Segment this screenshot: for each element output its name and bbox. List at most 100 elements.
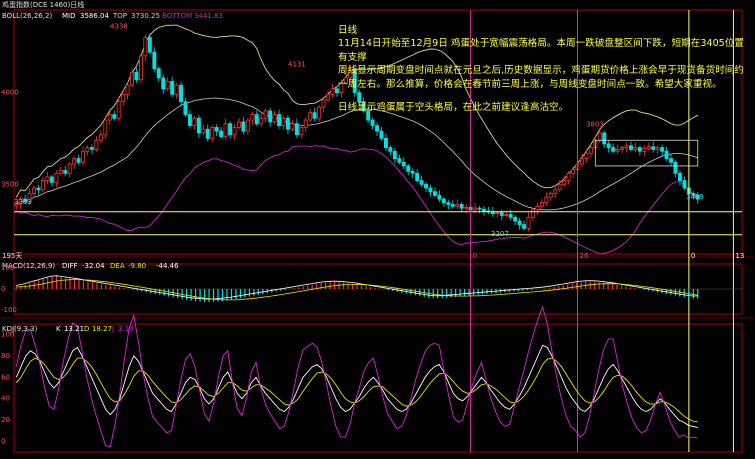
candle-body: [629, 145, 633, 150]
candle-body: [183, 101, 188, 115]
candle-body: [277, 114, 281, 126]
annotation-line: 周线显示周期变盘时间点就在元旦之后,历史数据显示，鸡蛋期货价格上涨会早于现货备货…: [338, 65, 744, 90]
candle-body: [294, 123, 299, 136]
candle-body: [379, 130, 384, 139]
candle-body: [522, 224, 526, 229]
candle-body: [54, 172, 59, 183]
candle-body: [388, 147, 393, 152]
candle-body: [481, 208, 486, 212]
candle-body: [606, 143, 611, 148]
candle-body: [143, 37, 148, 57]
candle-body: [664, 150, 669, 160]
candle-body: [290, 123, 295, 130]
candle-body: [419, 180, 424, 185]
candle-body: [544, 196, 549, 204]
candle-body: [535, 205, 540, 211]
candle-body: [437, 194, 442, 200]
candle-body: [602, 132, 607, 145]
candle-body: [646, 146, 651, 149]
candle-body: [281, 117, 286, 126]
candle-body: [308, 112, 313, 121]
candle-body: [112, 114, 117, 119]
candle-body: [317, 106, 322, 119]
candle-body: [326, 94, 330, 101]
candle-body: [637, 147, 642, 152]
candle-body: [90, 147, 94, 150]
macd-dea-label: DEA: [110, 262, 125, 270]
candle-body: [571, 169, 575, 174]
y-tick-label: 100: [1, 264, 14, 272]
y-tick-label: 80: [1, 352, 10, 360]
candle-body: [410, 170, 415, 174]
candle-body: [303, 119, 308, 128]
candle-body: [205, 128, 210, 139]
candle-body: [254, 114, 259, 125]
boll-bottom-value: 3441.83: [194, 12, 223, 20]
candle-body: [499, 212, 504, 216]
candle-body: [72, 158, 77, 165]
candle-body: [245, 119, 250, 132]
candle-body: [406, 165, 411, 172]
candle-body: [432, 191, 437, 196]
candle-body: [455, 204, 460, 207]
candle-body: [562, 180, 567, 185]
candle-body: [116, 101, 121, 119]
candle-body: [424, 183, 428, 189]
candle-body: [446, 202, 451, 205]
candle-body: [651, 146, 656, 150]
candle-body: [459, 204, 464, 209]
candle-body: [214, 127, 219, 132]
candle-body: [201, 128, 206, 134]
candle-body: [588, 147, 593, 154]
candle-body: [138, 55, 143, 81]
candle-body: [584, 152, 589, 160]
boll-top-value: 3730.25: [131, 12, 160, 20]
candle-body: [219, 130, 224, 138]
macd-diff-label: DIFF: [62, 262, 78, 270]
macd-dea-line: [16, 279, 698, 301]
boll-label: BOLL(26,26,2): [2, 12, 52, 20]
price-annotation: 3383: [14, 198, 32, 206]
boll-top-label: TOP: [112, 12, 127, 20]
candle-body: [130, 72, 134, 86]
kdj-j-value: 3.10: [118, 325, 134, 333]
candle-body: [539, 202, 544, 207]
candle-body: [557, 183, 562, 191]
candle-body: [477, 207, 482, 210]
candle-body: [67, 163, 72, 174]
candle-body: [192, 117, 197, 126]
kdj-d-value: 18.27: [92, 325, 112, 333]
boll-bottom-label: BOTTOM: [162, 12, 192, 20]
candle-body: [147, 37, 152, 53]
candle-body: [161, 77, 166, 90]
time-marker-label: 0: [691, 252, 695, 260]
candle-body: [473, 207, 477, 211]
candle-body: [107, 114, 112, 121]
price-annotation: 4131: [288, 61, 306, 69]
y-tick-label: 40: [1, 395, 10, 403]
candle-body: [125, 84, 130, 95]
candle-body: [241, 121, 246, 132]
kdj-k-label: K: [56, 325, 61, 333]
y-tick-label: 100: [1, 331, 14, 339]
macd-histogram: [14, 275, 742, 303]
candle-body: [611, 147, 616, 152]
candle-body: [285, 117, 290, 130]
candle-body: [152, 51, 157, 70]
annotation-line: 日线显示鸡蛋属于空头格局，在此之前建议逢高沽空。: [338, 102, 569, 114]
candle-body: [32, 187, 36, 194]
candle-body: [401, 161, 406, 167]
chart-title: 鸡蛋指数(DCE 1460)日线: [2, 0, 84, 9]
candle-body: [134, 72, 139, 81]
days-label: 195天: [2, 252, 22, 260]
candle-body: [165, 81, 170, 90]
candle-body: [85, 147, 90, 152]
candle-body: [250, 114, 255, 121]
consolidation-box: [594, 139, 699, 167]
time-marker-label: 0: [473, 252, 477, 260]
annotation-line: [338, 91, 748, 101]
candle-body: [464, 206, 469, 209]
candle-body: [312, 112, 317, 119]
candle-body: [428, 187, 433, 193]
candle-body: [450, 204, 455, 207]
